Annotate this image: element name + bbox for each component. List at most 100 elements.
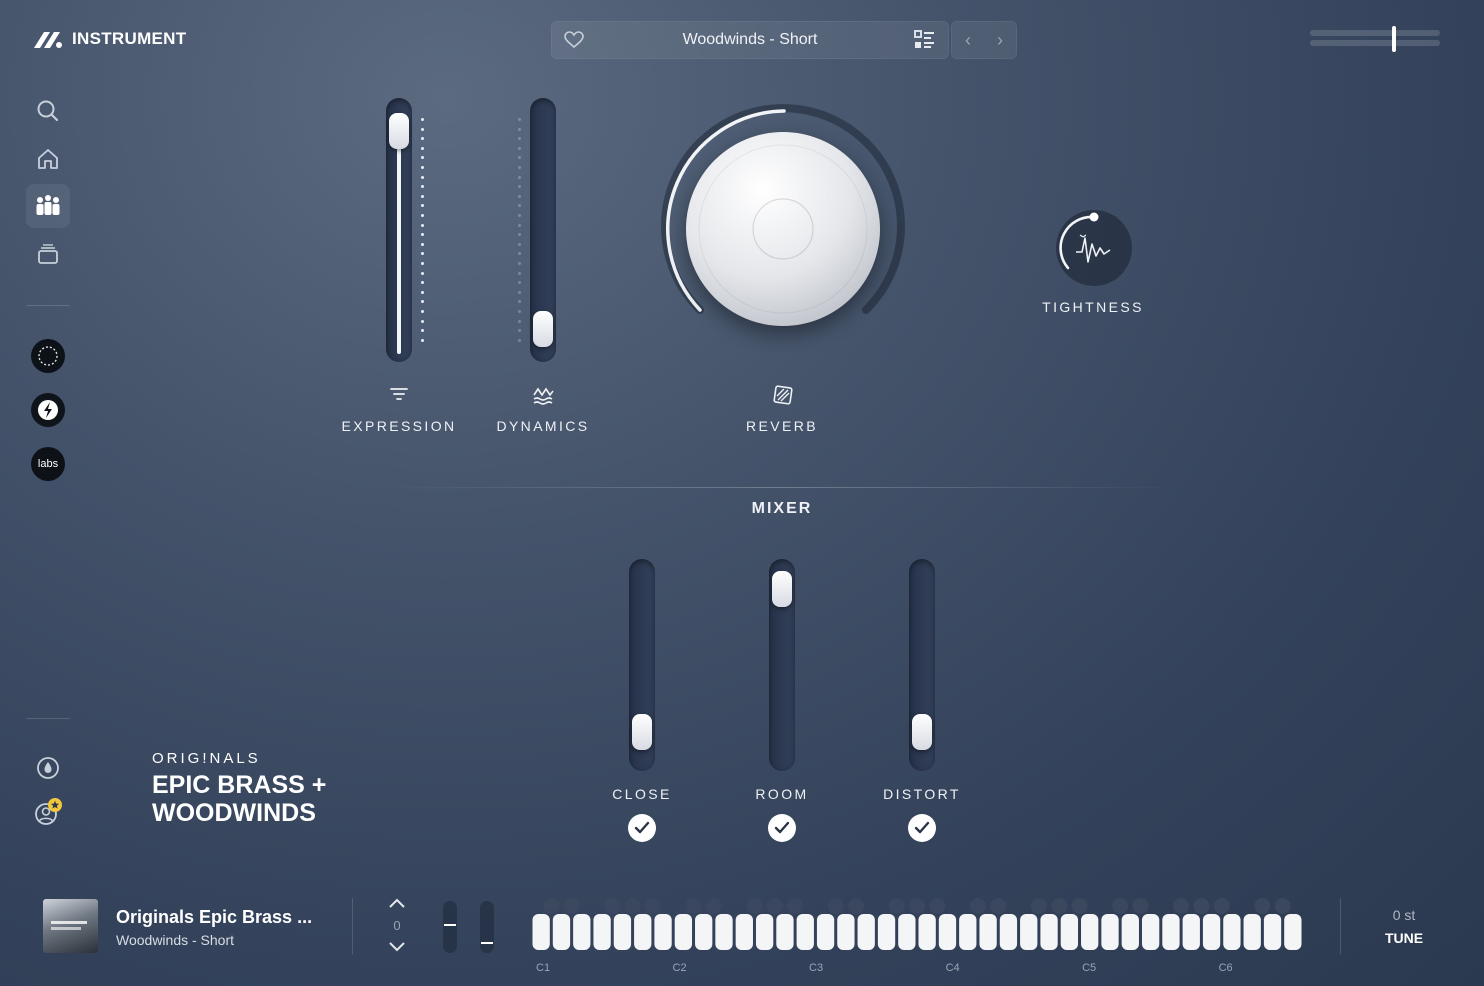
black-key[interactable] bbox=[1132, 898, 1149, 914]
tune-value[interactable]: 0 st bbox=[1364, 907, 1444, 923]
sidebar-originals-button[interactable] bbox=[31, 339, 65, 373]
white-key[interactable] bbox=[573, 914, 591, 950]
white-key[interactable] bbox=[1243, 914, 1261, 950]
master-volume-slider[interactable] bbox=[1310, 26, 1440, 52]
white-key[interactable] bbox=[1162, 914, 1180, 950]
preset-list-icon[interactable] bbox=[914, 30, 936, 50]
mod-wheel[interactable] bbox=[480, 901, 494, 953]
white-key[interactable] bbox=[898, 914, 916, 950]
white-key[interactable] bbox=[1182, 914, 1200, 950]
chevron-right-icon[interactable]: › bbox=[997, 30, 1003, 51]
white-key[interactable] bbox=[532, 914, 550, 950]
black-key[interactable] bbox=[746, 898, 763, 914]
white-key[interactable] bbox=[837, 914, 855, 950]
black-key[interactable] bbox=[1112, 898, 1129, 914]
white-key[interactable] bbox=[979, 914, 997, 950]
octave-down-icon[interactable] bbox=[388, 941, 406, 953]
black-key[interactable] bbox=[1071, 898, 1088, 914]
white-key[interactable] bbox=[1202, 914, 1221, 950]
sidebar-instruments-button[interactable] bbox=[26, 184, 70, 228]
sidebar-search-button[interactable] bbox=[26, 89, 70, 133]
sidebar-library-button[interactable] bbox=[26, 232, 70, 276]
white-key[interactable] bbox=[695, 914, 713, 950]
black-key[interactable] bbox=[1173, 898, 1190, 914]
black-key[interactable] bbox=[1254, 898, 1271, 914]
white-key[interactable] bbox=[1040, 914, 1058, 950]
black-key[interactable] bbox=[888, 898, 905, 914]
white-key[interactable] bbox=[796, 914, 814, 950]
white-key[interactable] bbox=[1101, 914, 1119, 950]
white-key[interactable] bbox=[735, 914, 753, 950]
white-key[interactable] bbox=[959, 914, 977, 950]
black-key[interactable] bbox=[787, 898, 804, 914]
white-key[interactable] bbox=[816, 914, 835, 950]
room-enable-checkbox[interactable] bbox=[768, 814, 796, 842]
white-key[interactable] bbox=[999, 914, 1018, 950]
octave-up-icon[interactable] bbox=[388, 897, 406, 909]
reverb-knob[interactable] bbox=[658, 104, 908, 354]
tightness-knob[interactable] bbox=[1052, 206, 1136, 290]
scale-dot bbox=[518, 338, 521, 342]
black-key[interactable] bbox=[1274, 898, 1291, 914]
black-key[interactable] bbox=[848, 898, 865, 914]
now-playing: Originals Epic Brass ... Woodwinds - Sho… bbox=[116, 907, 336, 948]
dynamics-slider-thumb[interactable] bbox=[533, 311, 553, 347]
white-key[interactable] bbox=[776, 914, 794, 950]
black-key[interactable] bbox=[929, 898, 946, 914]
volume-handle[interactable] bbox=[1392, 26, 1396, 52]
white-key[interactable] bbox=[877, 914, 896, 950]
black-key[interactable] bbox=[644, 898, 661, 914]
white-key[interactable] bbox=[552, 914, 571, 950]
white-key[interactable] bbox=[613, 914, 632, 950]
sidebar-spitfire-button[interactable] bbox=[31, 393, 65, 427]
black-key[interactable] bbox=[1193, 898, 1210, 914]
black-key[interactable] bbox=[909, 898, 925, 914]
piano-keyboard[interactable] bbox=[531, 896, 1303, 956]
close-enable-checkbox[interactable] bbox=[628, 814, 656, 842]
pitch-bend-wheel[interactable] bbox=[443, 901, 457, 953]
white-key[interactable] bbox=[1020, 914, 1038, 950]
room-slider-thumb[interactable] bbox=[772, 571, 792, 608]
expression-slider-thumb[interactable] bbox=[389, 113, 409, 149]
black-key[interactable] bbox=[766, 898, 783, 914]
white-key[interactable] bbox=[1141, 914, 1160, 950]
white-key[interactable] bbox=[1223, 914, 1241, 950]
black-key[interactable] bbox=[1051, 898, 1068, 914]
white-key[interactable] bbox=[634, 914, 652, 950]
black-key[interactable] bbox=[827, 898, 844, 914]
distort-enable-checkbox[interactable] bbox=[908, 814, 936, 842]
sidebar-labs-button[interactable]: LABS bbox=[31, 447, 65, 481]
black-key[interactable] bbox=[705, 898, 722, 914]
distort-slider-thumb[interactable] bbox=[912, 714, 932, 751]
black-key[interactable] bbox=[624, 898, 641, 914]
black-key[interactable] bbox=[685, 898, 702, 914]
black-key[interactable] bbox=[1213, 898, 1230, 914]
white-key[interactable] bbox=[938, 914, 957, 950]
close-slider-thumb[interactable] bbox=[632, 714, 652, 751]
preset-bar[interactable]: Woodwinds - Short bbox=[551, 21, 949, 59]
sidebar-theme-button[interactable] bbox=[26, 746, 70, 790]
white-key[interactable] bbox=[593, 914, 611, 950]
black-key[interactable] bbox=[563, 898, 580, 914]
white-key[interactable] bbox=[654, 914, 672, 950]
chevron-left-icon[interactable]: ‹ bbox=[965, 30, 971, 51]
black-key[interactable] bbox=[969, 898, 986, 914]
white-key[interactable] bbox=[755, 914, 774, 950]
preset-name[interactable]: Woodwinds - Short bbox=[552, 31, 948, 49]
sidebar-home-button[interactable] bbox=[26, 137, 70, 181]
black-key[interactable] bbox=[543, 898, 560, 914]
white-key[interactable] bbox=[1121, 914, 1139, 950]
black-key[interactable] bbox=[990, 898, 1007, 914]
white-key[interactable] bbox=[715, 914, 733, 950]
white-key[interactable] bbox=[1263, 914, 1282, 950]
white-key[interactable] bbox=[674, 914, 693, 950]
white-key[interactable] bbox=[1284, 914, 1302, 950]
white-key[interactable] bbox=[857, 914, 875, 950]
white-key[interactable] bbox=[918, 914, 936, 950]
mixer-divider bbox=[380, 487, 1180, 488]
sidebar-account-button[interactable] bbox=[26, 790, 70, 834]
white-key[interactable] bbox=[1081, 914, 1099, 950]
black-key[interactable] bbox=[1030, 898, 1047, 914]
white-key[interactable] bbox=[1060, 914, 1079, 950]
black-key[interactable] bbox=[604, 898, 621, 914]
